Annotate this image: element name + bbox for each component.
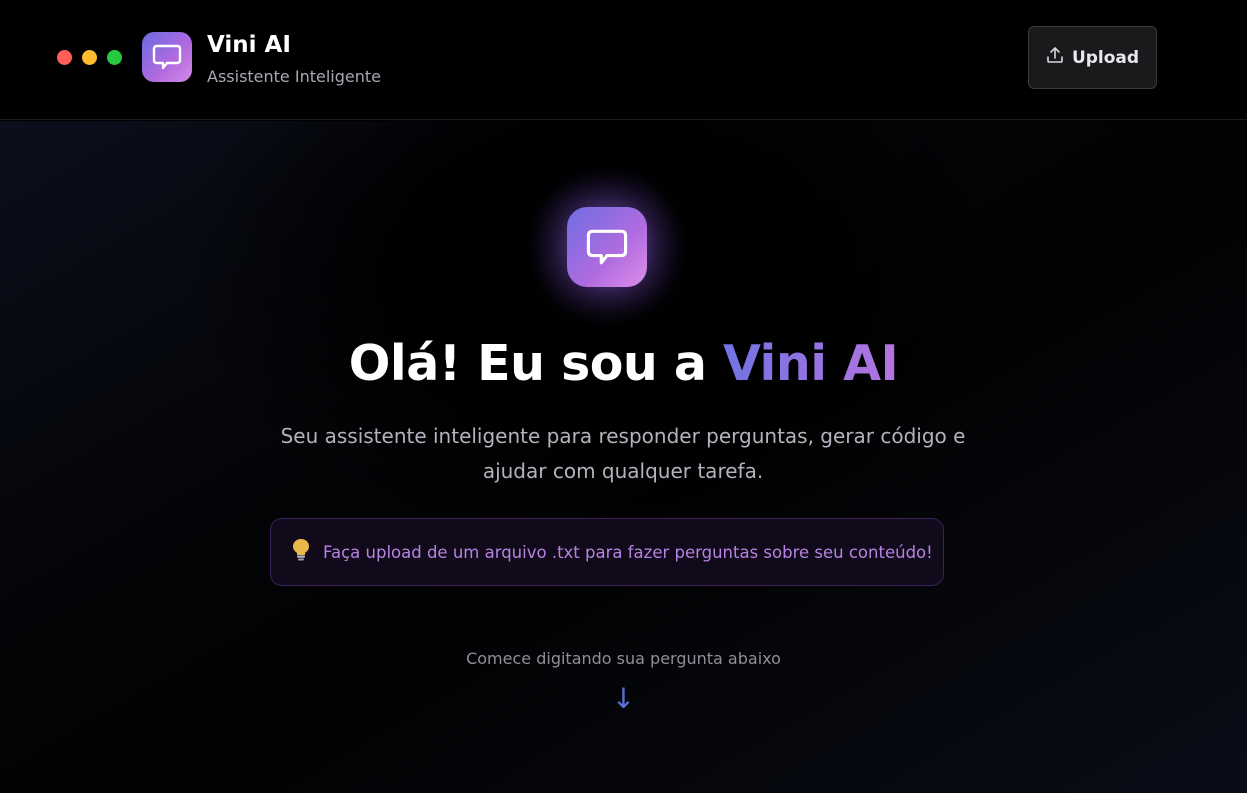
- upload-button-label: Upload: [1071, 47, 1140, 68]
- upload-tip-box: Faça upload de um arquivo .txt para faze…: [270, 518, 944, 586]
- app-title: Vini AI: [207, 32, 291, 58]
- headline-brand: Vini AI: [722, 335, 899, 392]
- upload-tip-text: Faça upload de um arquivo .txt para faze…: [323, 542, 933, 562]
- window-minimize-button[interactable]: [82, 50, 97, 65]
- upload-icon: [1046, 46, 1064, 69]
- window-close-button[interactable]: [57, 50, 72, 65]
- app-subtitle: Assistente Inteligente: [207, 67, 381, 86]
- window-maximize-button[interactable]: [107, 50, 122, 65]
- lightbulb-icon: [291, 538, 311, 566]
- chat-bubble-icon: [142, 32, 192, 82]
- headline-prefix: Olá! Eu sou a: [348, 335, 723, 392]
- welcome-headline: Olá! Eu sou a Vini AI: [0, 335, 1247, 392]
- arrow-down-icon: ↓: [611, 682, 636, 715]
- start-hint: Comece digitando sua pergunta abaixo: [466, 649, 781, 668]
- main-content: Olá! Eu sou a Vini AI Seu assistente int…: [0, 121, 1247, 793]
- hero-chat-bubble-icon: [567, 207, 647, 287]
- app-window: Vini AI Assistente Inteligente Upload Ol…: [0, 0, 1247, 793]
- upload-button[interactable]: Upload: [1028, 26, 1157, 89]
- welcome-description: Seu assistente inteligente para responde…: [280, 424, 966, 483]
- header: Vini AI Assistente Inteligente Upload: [0, 0, 1247, 120]
